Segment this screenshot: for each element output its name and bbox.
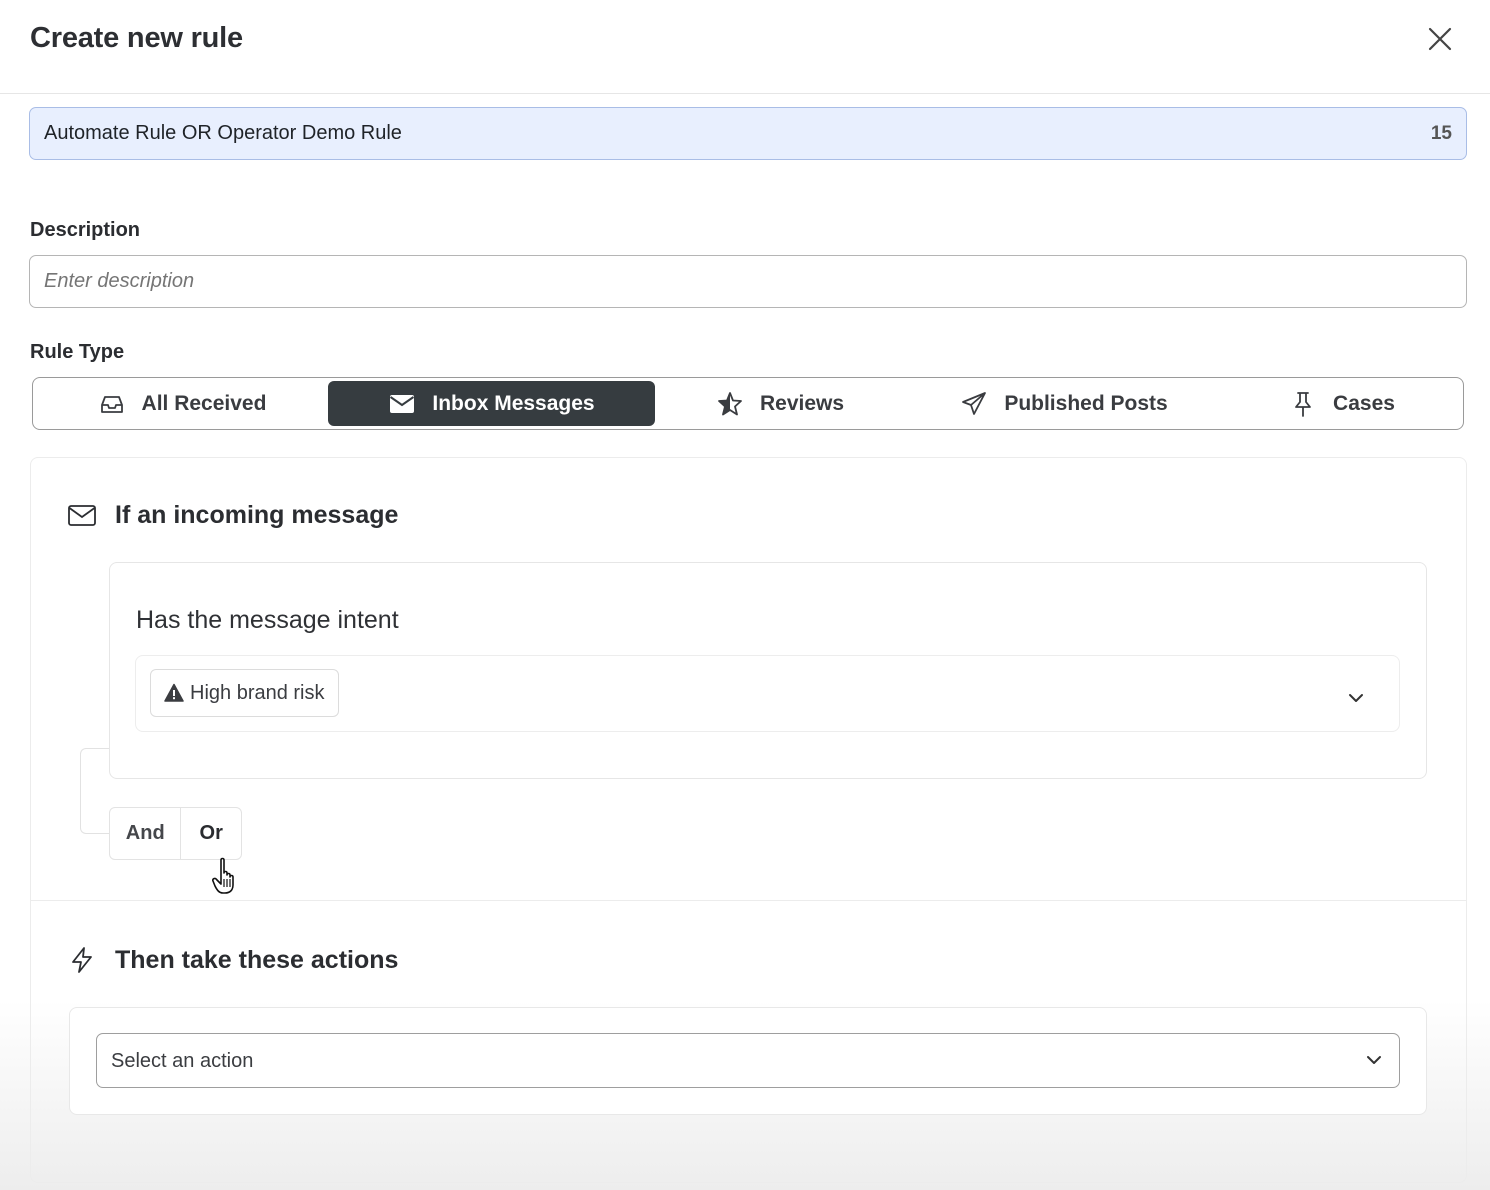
intent-chip-label: High brand risk — [190, 681, 325, 704]
tab-label: Reviews — [759, 391, 845, 415]
action-select-text: Select an action — [111, 1050, 254, 1072]
tab-label: Published Posts — [1004, 391, 1168, 415]
envelope-icon — [68, 505, 96, 526]
tab-reviews[interactable]: Reviews — [655, 381, 905, 426]
star-icon — [718, 391, 742, 415]
rule-name-field[interactable]: Automate Rule OR Operator Demo Rule 15 — [29, 107, 1467, 160]
or-button[interactable]: Or — [181, 808, 241, 859]
and-button[interactable]: And — [110, 808, 182, 859]
inbox-tray-icon — [100, 395, 123, 413]
tab-published-posts[interactable]: Published Posts — [905, 381, 1223, 426]
condition-title: Has the message intent — [136, 606, 399, 634]
tab-label: Cases — [1333, 391, 1395, 415]
tab-label: Inbox Messages — [432, 391, 595, 415]
close-icon — [1428, 27, 1452, 51]
condition-heading-text: If an incoming message — [115, 500, 399, 529]
envelope-icon — [390, 394, 415, 413]
modal-header: Create new rule — [0, 0, 1490, 94]
condition-heading: If an incoming message — [67, 500, 398, 530]
actions-heading: Then take these actions — [67, 945, 398, 975]
action-select[interactable]: Select an action — [96, 1033, 1400, 1088]
description-label: Description — [30, 219, 141, 241]
tab-label: All Received — [141, 391, 267, 415]
create-rule-modal: Create new rule Automate Rule OR Operato… — [0, 0, 1490, 1190]
chevron-down-icon — [1367, 1056, 1381, 1064]
logic-operator-toggle: And Or — [109, 807, 242, 860]
section-divider — [30, 900, 1467, 901]
lightning-bolt-icon — [72, 947, 92, 973]
warning-triangle-icon — [164, 683, 184, 702]
paper-plane-icon — [962, 391, 987, 415]
description-input[interactable] — [29, 255, 1467, 308]
rule-type-selector: All Received Inbox Messages Reviews Publ… — [32, 377, 1464, 430]
condition-connector — [80, 748, 112, 834]
tab-inbox-messages[interactable]: Inbox Messages — [328, 381, 655, 426]
chevron-down-icon — [1349, 694, 1363, 702]
tab-cases[interactable]: Cases — [1223, 381, 1461, 426]
rule-name-value: Automate Rule OR Operator Demo Rule — [44, 122, 402, 144]
pin-icon — [1295, 391, 1311, 417]
rule-name-counter: 15 — [1430, 123, 1452, 144]
close-button[interactable] — [1420, 20, 1460, 60]
actions-heading-text: Then take these actions — [115, 945, 399, 974]
tab-all-received[interactable]: All Received — [37, 381, 327, 426]
rule-type-label: Rule Type — [30, 341, 125, 363]
modal-title: Create new rule — [30, 22, 243, 54]
intent-chip[interactable]: High brand risk — [150, 669, 339, 717]
